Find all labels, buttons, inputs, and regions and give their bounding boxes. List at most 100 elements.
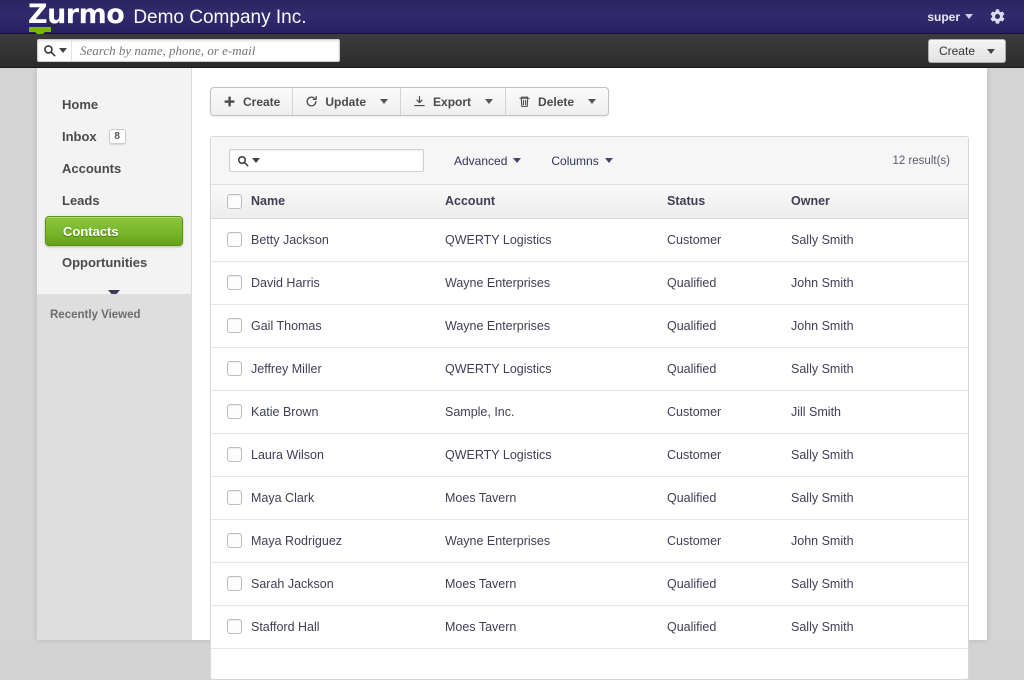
sidebar-item-leads[interactable]: Leads: [45, 184, 183, 216]
cell-name[interactable]: Maya Clark: [251, 476, 445, 519]
table-row[interactable]: Sarah JacksonMoes TavernQualifiedSally S…: [211, 562, 968, 605]
refresh-icon: [305, 95, 318, 108]
row-checkbox[interactable]: [227, 533, 242, 548]
cell-name[interactable]: Katie Brown: [251, 390, 445, 433]
cell-account: Moes Tavern: [445, 562, 667, 605]
sidebar-item-contacts[interactable]: Contacts: [45, 216, 183, 246]
table-row[interactable]: Jeffrey MillerQWERTY LogisticsQualifiedS…: [211, 347, 968, 390]
create-button[interactable]: Create: [928, 39, 1006, 63]
column-header-name[interactable]: Name: [251, 185, 445, 218]
create-toolbar-label: Create: [243, 95, 280, 109]
sidebar-item-opportunities[interactable]: Opportunities: [45, 246, 183, 278]
global-search-box[interactable]: [37, 39, 340, 62]
cell-owner: John Smith: [791, 261, 968, 304]
row-checkbox[interactable]: [227, 447, 242, 462]
cell-account: Sample, Inc.: [445, 390, 667, 433]
cell-status: Qualified: [667, 605, 791, 648]
table-body: Betty JacksonQWERTY LogisticsCustomerSal…: [211, 218, 968, 648]
cell-name[interactable]: Betty Jackson: [251, 218, 445, 261]
logo-green-accent: [29, 27, 51, 32]
cell-owner: Jill Smith: [791, 390, 968, 433]
sidebar-item-badge: 8: [109, 129, 126, 144]
cell-owner: Sally Smith: [791, 562, 968, 605]
brand-bar: Zurmo Demo Company Inc. super: [0, 0, 1024, 34]
result-count: 12 result(s): [892, 155, 950, 167]
chevron-down-icon: [965, 14, 973, 19]
cell-owner: John Smith: [791, 304, 968, 347]
chevron-down-icon: [59, 48, 67, 53]
gear-icon[interactable]: [989, 8, 1006, 25]
table-row[interactable]: Betty JacksonQWERTY LogisticsCustomerSal…: [211, 218, 968, 261]
cell-name[interactable]: Maya Rodriguez: [251, 519, 445, 562]
table-row[interactable]: Katie BrownSample, Inc.CustomerJill Smit…: [211, 390, 968, 433]
company-name: Demo Company Inc.: [133, 3, 306, 33]
row-checkbox[interactable]: [227, 275, 242, 290]
table-row[interactable]: Stafford HallMoes TavernQualifiedSally S…: [211, 605, 968, 648]
page-body: HomeInbox8AccountsLeadsContactsOpportuni…: [0, 68, 1024, 640]
cell-name[interactable]: Laura Wilson: [251, 433, 445, 476]
plus-icon: [223, 95, 236, 108]
column-header-account[interactable]: Account: [445, 185, 667, 218]
chevron-down-icon: [513, 158, 521, 163]
table-row[interactable]: Maya RodriguezWayne EnterprisesCustomerJ…: [211, 519, 968, 562]
sidebar-item-home[interactable]: Home: [45, 88, 183, 120]
delete-toolbar-button[interactable]: Delete: [506, 88, 608, 115]
search-input[interactable]: [72, 40, 339, 61]
export-toolbar-button[interactable]: Export: [401, 88, 506, 115]
contacts-table: Name Account Status Owner Betty JacksonQ…: [211, 185, 968, 649]
contacts-list-panel: Advanced Columns 12 result(s) Name: [210, 136, 969, 680]
row-checkbox[interactable]: [227, 404, 242, 419]
row-checkbox[interactable]: [227, 490, 242, 505]
chevron-down-icon: [588, 99, 596, 104]
search-icon[interactable]: [38, 40, 72, 61]
main-content: Create UpdateExportDelete Advanced Column…: [192, 68, 987, 640]
cell-status: Qualified: [667, 261, 791, 304]
create-button-label: Create: [939, 44, 975, 58]
cell-account: QWERTY Logistics: [445, 218, 667, 261]
recently-viewed-title: Recently Viewed: [37, 294, 191, 321]
row-select-cell: [211, 390, 251, 433]
chevron-down-icon: [380, 99, 388, 104]
table-row[interactable]: David HarrisWayne EnterprisesQualifiedJo…: [211, 261, 968, 304]
row-select-cell: [211, 433, 251, 476]
cell-account: QWERTY Logistics: [445, 347, 667, 390]
cell-name[interactable]: Stafford Hall: [251, 605, 445, 648]
row-checkbox[interactable]: [227, 232, 242, 247]
cell-name[interactable]: David Harris: [251, 261, 445, 304]
cell-owner: Sally Smith: [791, 476, 968, 519]
column-header-status[interactable]: Status: [667, 185, 791, 218]
sidebar-nav: HomeInbox8AccountsLeadsContactsOpportuni…: [37, 68, 191, 278]
update-toolbar-button[interactable]: Update: [293, 88, 401, 115]
create-toolbar-button[interactable]: Create: [211, 88, 293, 115]
columns-link[interactable]: Columns: [551, 154, 612, 168]
action-toolbar: Create UpdateExportDelete: [210, 87, 609, 116]
row-checkbox[interactable]: [227, 318, 242, 333]
column-header-owner[interactable]: Owner: [791, 185, 968, 218]
sidebar-item-inbox[interactable]: Inbox8: [45, 120, 183, 152]
user-menu[interactable]: super: [927, 10, 973, 24]
cell-name[interactable]: Gail Thomas: [251, 304, 445, 347]
advanced-label: Advanced: [454, 154, 507, 168]
search-icon: [237, 155, 249, 167]
app-logo[interactable]: Zurmo Demo Company Inc.: [28, 0, 307, 33]
list-search-box[interactable]: [229, 149, 424, 172]
columns-label: Columns: [551, 154, 598, 168]
select-all-checkbox[interactable]: [227, 194, 242, 209]
advanced-filter-link[interactable]: Advanced: [454, 154, 521, 168]
table-row[interactable]: Gail ThomasWayne EnterprisesQualifiedJoh…: [211, 304, 968, 347]
cell-account: QWERTY Logistics: [445, 433, 667, 476]
user-menu-label: super: [927, 10, 960, 24]
table-row[interactable]: Laura WilsonQWERTY LogisticsCustomerSall…: [211, 433, 968, 476]
cell-name[interactable]: Jeffrey Miller: [251, 347, 445, 390]
row-checkbox[interactable]: [227, 619, 242, 634]
row-checkbox[interactable]: [227, 576, 242, 591]
chevron-down-icon: [987, 49, 995, 54]
row-checkbox[interactable]: [227, 361, 242, 376]
cell-owner: Sally Smith: [791, 347, 968, 390]
cell-name[interactable]: Sarah Jackson: [251, 562, 445, 605]
sidebar-item-accounts[interactable]: Accounts: [45, 152, 183, 184]
table-row[interactable]: Maya ClarkMoes TavernQualifiedSally Smit…: [211, 476, 968, 519]
select-all-header: [211, 185, 251, 218]
cell-status: Customer: [667, 433, 791, 476]
row-select-cell: [211, 476, 251, 519]
